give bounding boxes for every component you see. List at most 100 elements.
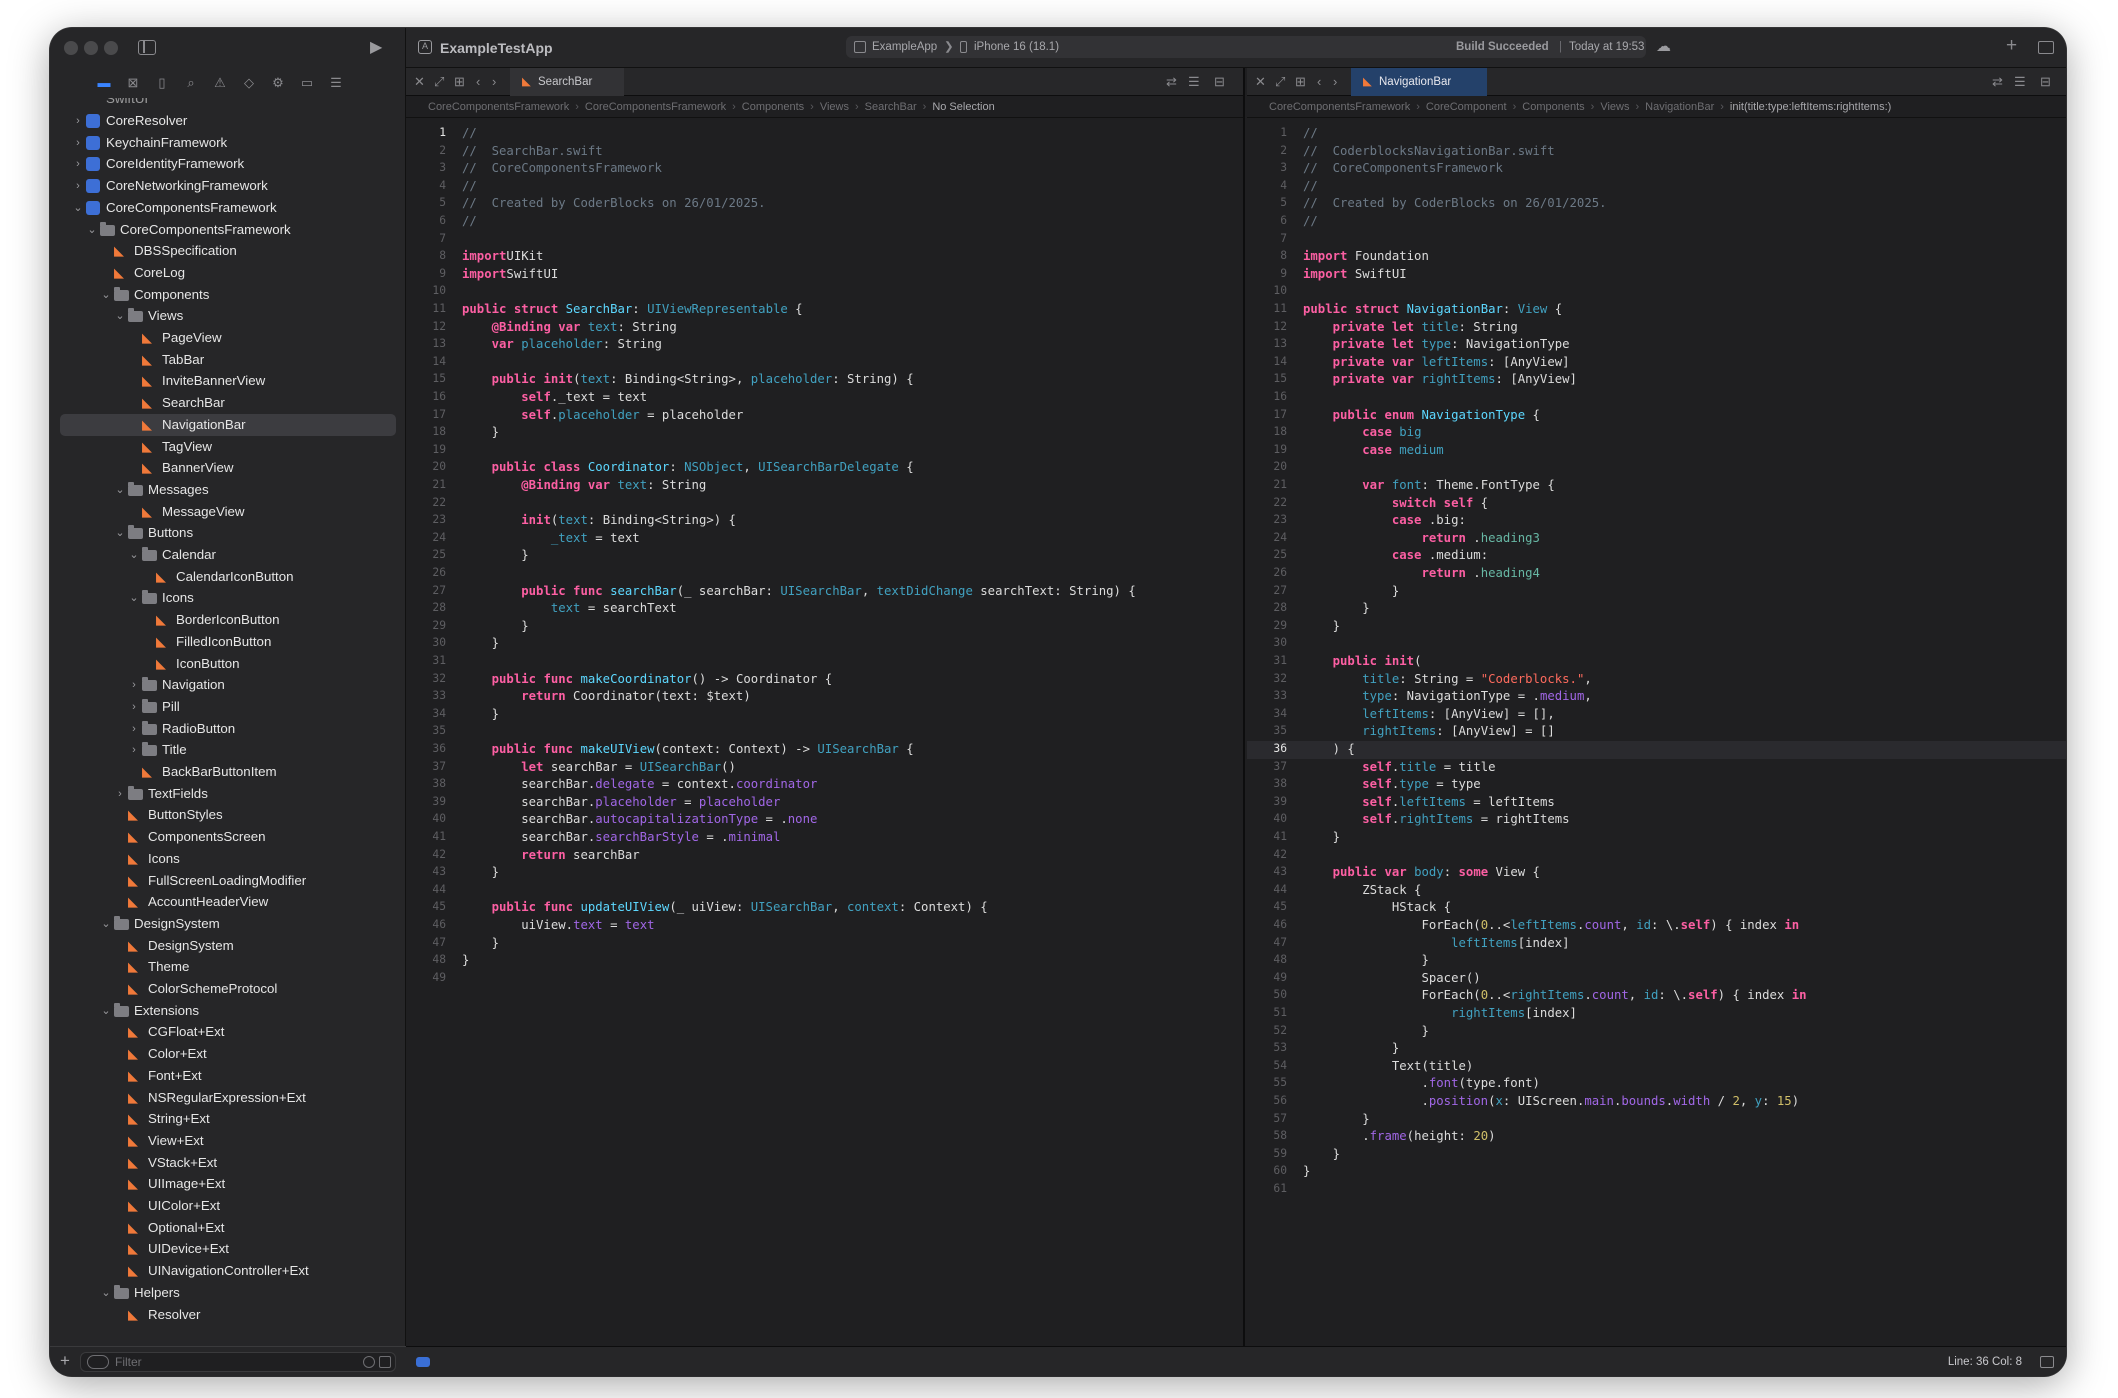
report-navigator-icon[interactable]: ☰ bbox=[328, 75, 344, 91]
tree-row[interactable]: ◣ NavigationBar bbox=[60, 413, 396, 436]
forward-icon[interactable]: › bbox=[492, 75, 496, 89]
close-icon[interactable]: ✕ bbox=[414, 75, 425, 89]
tree-row[interactable]: SwiftUI bbox=[60, 98, 396, 110]
scheme-selector[interactable]: ExampleApp bbox=[872, 36, 937, 58]
breadcrumb-item[interactable]: Views bbox=[1600, 101, 1629, 113]
tree-row[interactable]: ◣ CalendarIconButton bbox=[60, 566, 396, 588]
tree-row[interactable]: › KeychainFramework bbox=[60, 132, 396, 154]
chevron-right-icon[interactable]: › bbox=[128, 674, 140, 696]
device-selector[interactable]: iPhone 16 (18.1) bbox=[974, 36, 1059, 58]
tree-row[interactable]: ◣ Theme bbox=[60, 956, 396, 978]
tree-row[interactable]: ◣ MessageView bbox=[60, 501, 396, 523]
breadcrumb-item[interactable]: init(title:type:leftItems:rightItems:) bbox=[1730, 101, 1891, 113]
debug-area-toggle-icon[interactable] bbox=[416, 1357, 430, 1367]
grid-icon[interactable]: ⊞ bbox=[454, 75, 465, 89]
tab-navigationbar[interactable]: ◣ NavigationBar bbox=[1351, 68, 1487, 96]
refresh-icon[interactable]: ⇄ bbox=[1992, 75, 2003, 89]
forward-icon[interactable]: › bbox=[1333, 75, 1337, 89]
breadcrumb-item[interactable]: CoreComponent bbox=[1426, 101, 1507, 113]
tree-row[interactable]: ◣ DBSSpecification bbox=[60, 240, 396, 262]
tree-row[interactable]: ⌄ Components bbox=[60, 284, 396, 306]
chevron-right-icon[interactable]: › bbox=[72, 132, 84, 154]
expand-icon[interactable]: ⤢ bbox=[1275, 75, 1285, 89]
chevron-right-icon[interactable]: › bbox=[128, 696, 140, 718]
tree-row[interactable]: ◣ ColorSchemeProtocol bbox=[60, 978, 396, 1000]
grid-icon[interactable]: ⊞ bbox=[1295, 75, 1306, 89]
tree-row[interactable]: ◣ ButtonStyles bbox=[60, 804, 396, 826]
chevron-right-icon[interactable]: › bbox=[72, 110, 84, 132]
tree-row[interactable]: ◣ FilledIconButton bbox=[60, 631, 396, 653]
breadcrumb-item[interactable]: SearchBar bbox=[865, 101, 917, 113]
chevron-right-icon[interactable]: › bbox=[114, 783, 126, 805]
tree-row[interactable]: ◣ DesignSystem bbox=[60, 935, 396, 957]
tree-row[interactable]: ⌄ CoreComponentsFramework bbox=[60, 197, 396, 219]
split-editor-icon[interactable]: ⊟ bbox=[2040, 75, 2051, 89]
back-icon[interactable]: ‹ bbox=[476, 75, 480, 89]
tree-row[interactable]: ◣ UIDevice+Ext bbox=[60, 1238, 396, 1260]
tree-row[interactable]: ◣ PageView bbox=[60, 327, 396, 349]
tree-row[interactable]: ⌄ Buttons bbox=[60, 522, 396, 544]
chevron-down-icon[interactable]: ⌄ bbox=[128, 544, 140, 566]
tree-row[interactable]: ⌄ Icons bbox=[60, 587, 396, 609]
chevron-right-icon[interactable]: › bbox=[72, 153, 84, 175]
chevron-down-icon[interactable]: ⌄ bbox=[100, 284, 112, 306]
tree-row[interactable]: ◣ BackBarButtonItem bbox=[60, 761, 396, 783]
close-icon[interactable]: ✕ bbox=[1255, 75, 1266, 89]
tree-row[interactable]: ⌄ Helpers bbox=[60, 1282, 396, 1304]
test-navigator-icon[interactable]: ◇ bbox=[241, 75, 257, 91]
find-navigator-icon[interactable]: ⌕ bbox=[183, 75, 199, 91]
code-area[interactable]: 1 // 2 // SearchBar.swift 3 // CoreComponents… bbox=[406, 122, 1243, 1322]
tree-row[interactable]: ◣ String+Ext bbox=[60, 1108, 396, 1130]
refresh-icon[interactable]: ⇄ bbox=[1166, 75, 1177, 89]
tree-row[interactable]: › TextFields bbox=[60, 783, 396, 805]
library-plus-icon[interactable]: + bbox=[2006, 35, 2017, 57]
split-editor-icon[interactable]: ⊟ bbox=[1214, 75, 1225, 89]
chevron-down-icon[interactable]: ⌄ bbox=[72, 197, 84, 219]
run-button[interactable]: ▶ bbox=[370, 37, 382, 57]
sidebar-toggle-icon[interactable] bbox=[138, 40, 156, 55]
bookmark-icon[interactable]: ▯ bbox=[154, 75, 170, 91]
tree-row[interactable]: ◣ Font+Ext bbox=[60, 1065, 396, 1087]
tree-row[interactable]: ⌄ CoreComponentsFramework bbox=[60, 219, 396, 241]
tree-row[interactable]: ⌄ Calendar bbox=[60, 544, 396, 566]
tree-row[interactable]: › CoreIdentityFramework bbox=[60, 153, 396, 175]
filter-field[interactable]: Filter bbox=[80, 1352, 396, 1372]
inspector-toggle-icon[interactable] bbox=[2038, 41, 2054, 54]
issue-navigator-icon[interactable]: ⚠ bbox=[212, 75, 228, 91]
tree-row[interactable]: ◣ CoreLog bbox=[60, 262, 396, 284]
tree-row[interactable]: ◣ BannerView bbox=[60, 457, 396, 479]
breadcrumb-item[interactable]: Components bbox=[1522, 101, 1584, 113]
breadcrumb-item[interactable]: CoreComponentsFramework bbox=[585, 101, 726, 113]
tree-row[interactable]: ⌄ Extensions bbox=[60, 1000, 396, 1022]
tree-row[interactable]: › CoreResolver bbox=[60, 110, 396, 132]
breadcrumb-item[interactable]: CoreComponentsFramework bbox=[428, 101, 569, 113]
tree-row[interactable]: ◣ View+Ext bbox=[60, 1130, 396, 1152]
tree-row[interactable]: ◣ InviteBannerView bbox=[60, 370, 396, 392]
tree-row[interactable]: ◣ FullScreenLoadingModifier bbox=[60, 870, 396, 892]
chevron-down-icon[interactable]: ⌄ bbox=[114, 479, 126, 501]
chevron-right-icon[interactable]: › bbox=[128, 739, 140, 761]
tab-searchbar[interactable]: ◣ SearchBar bbox=[510, 68, 624, 96]
tree-row[interactable]: ◣ Optional+Ext bbox=[60, 1217, 396, 1239]
editor-options-icon[interactable]: ☰ bbox=[2014, 75, 2026, 89]
code-area[interactable]: 1 // 2 // CoderblocksNavigationBar.swift 3 //… bbox=[1247, 122, 2066, 1322]
tree-row[interactable]: › CoreNetworkingFramework bbox=[60, 175, 396, 197]
expand-icon[interactable]: ⤢ bbox=[434, 75, 444, 89]
panel-toggle-icon[interactable] bbox=[2040, 1356, 2054, 1368]
close-window-button[interactable] bbox=[64, 41, 78, 55]
tree-row[interactable]: ⌄ Messages bbox=[60, 479, 396, 501]
zoom-window-button[interactable] bbox=[104, 41, 118, 55]
chevron-down-icon[interactable]: ⌄ bbox=[100, 1282, 112, 1304]
tree-row[interactable]: ◣ SearchBar bbox=[60, 392, 396, 414]
debug-navigator-icon[interactable]: ⚙ bbox=[270, 75, 286, 91]
editor-options-icon[interactable]: ☰ bbox=[1188, 75, 1200, 89]
chevron-down-icon[interactable]: ⌄ bbox=[114, 522, 126, 544]
tree-row[interactable]: ⌄ Views bbox=[60, 305, 396, 327]
tree-row[interactable]: › RadioButton bbox=[60, 718, 396, 740]
chevron-right-icon[interactable]: › bbox=[128, 718, 140, 740]
breadcrumb-item[interactable]: No Selection bbox=[932, 101, 994, 113]
breadcrumb-item[interactable]: NavigationBar bbox=[1645, 101, 1714, 113]
back-icon[interactable]: ‹ bbox=[1317, 75, 1321, 89]
tree-row[interactable]: ◣ Resolver bbox=[60, 1304, 396, 1326]
breadcrumb-item[interactable]: CoreComponentsFramework bbox=[1269, 101, 1410, 113]
